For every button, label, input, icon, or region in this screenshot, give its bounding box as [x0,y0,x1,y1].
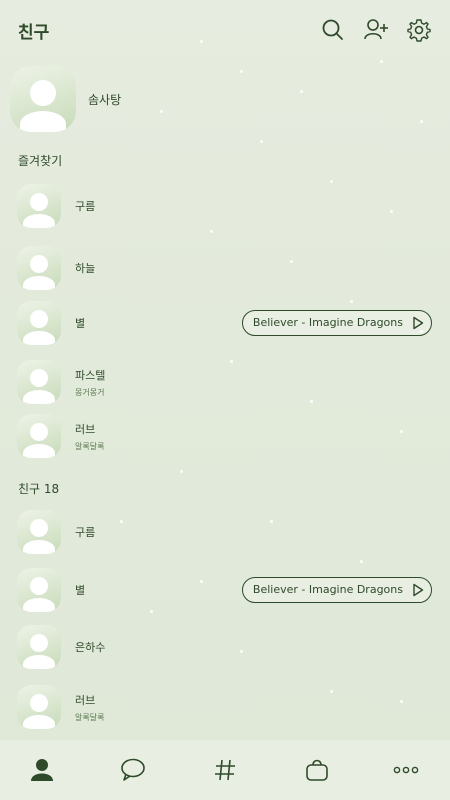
sparkle-dot [160,110,163,113]
status-message: 알록달록 [75,712,105,722]
hashtag-tab-icon[interactable] [211,756,239,784]
friend-name: 은하수 [75,641,106,654]
avatar [17,246,61,290]
avatar [17,360,61,404]
list-item[interactable]: 하늘 [17,243,432,293]
friend-name: 파스텔 [75,368,106,382]
sparkle-dot [300,90,303,93]
more-tab-icon[interactable] [392,756,420,784]
status-message: 몽거몽거 [75,387,105,397]
sparkle-dot [360,560,363,563]
music-title: Believer - Imagine Dragons [252,316,403,329]
add-friend-icon[interactable] [363,17,389,43]
favorites-header: 즐겨찾기 [18,154,63,168]
list-item[interactable]: 구름 [17,507,432,557]
chat-tab-icon[interactable] [119,756,147,784]
play-icon [413,316,424,330]
shopping-tab-icon[interactable] [303,756,331,784]
list-item[interactable]: 은하수 [17,622,432,672]
list-item[interactable]: 별 Believer - Imagine Dragons [17,565,432,615]
friend-name: 별 [75,317,86,330]
friends-header: 친구 18 [18,482,60,496]
status-message: 알록달록 [75,441,105,451]
sparkle-dot [180,470,183,473]
avatar [17,184,61,228]
my-profile[interactable]: 솜사탕 [10,64,121,134]
list-item[interactable]: 별 Believer - Imagine Dragons [17,298,432,348]
friend-name: 러브 [75,693,96,707]
settings-icon[interactable] [406,17,432,43]
avatar [17,301,61,345]
bottom-tab-bar [0,740,450,800]
sparkle-dot [240,70,243,73]
music-badge[interactable]: Believer - Imagine Dragons [241,310,432,336]
header: 친구 [0,0,450,58]
play-icon [413,583,424,597]
sparkle-dot [380,60,383,63]
music-title: Believer - Imagine Dragons [252,583,403,596]
list-item[interactable]: 러브 알록달록 [17,682,432,732]
sparkle-dot [420,120,423,123]
friend-name: 별 [75,584,86,597]
avatar [17,685,61,729]
avatar [17,625,61,669]
avatar [17,510,61,554]
avatar [17,414,61,458]
list-item[interactable]: 파스텔 몽거몽거 [17,357,432,407]
friend-name: 구름 [75,200,96,213]
friend-name: 러브 [75,422,96,436]
sparkle-dot [260,140,263,143]
page-title: 친구 [18,23,50,43]
avatar [17,568,61,612]
search-icon[interactable] [320,17,346,43]
list-item[interactable]: 러브 알록달록 [17,411,432,461]
profile-name: 솜사탕 [88,92,122,107]
friend-name: 하늘 [75,262,96,275]
list-item[interactable]: 구름 [17,181,432,231]
music-badge[interactable]: Believer - Imagine Dragons [241,577,432,603]
friend-name: 구름 [75,526,96,539]
friends-tab-icon[interactable] [28,756,56,784]
avatar [10,66,76,132]
